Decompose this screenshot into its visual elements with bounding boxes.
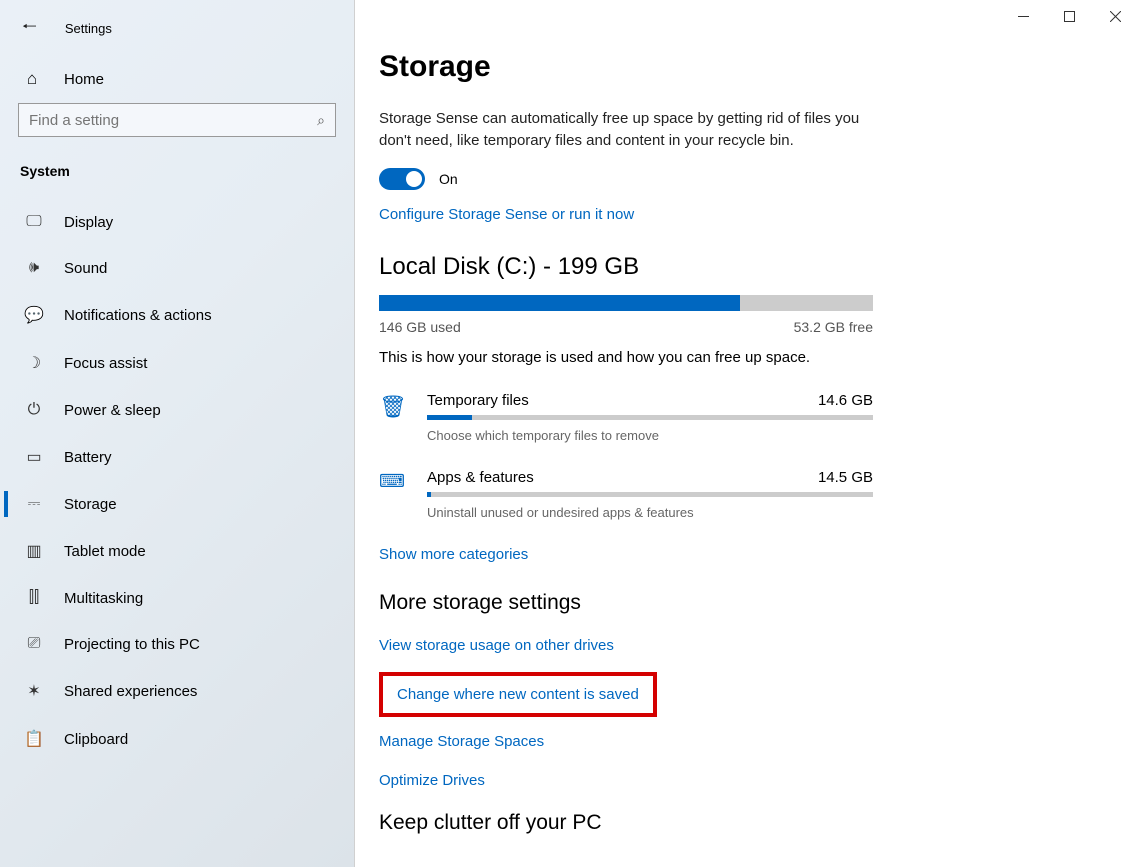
sidebar-item-multitasking[interactable]: ⫿⫿ Multitasking <box>4 575 354 621</box>
sidebar-section-title: System <box>0 155 354 199</box>
configure-storage-sense-link[interactable]: Configure Storage Sense or run it now <box>379 206 1102 223</box>
sound-icon: 🕪 <box>24 259 44 277</box>
change-where-saved-link[interactable]: Change where new content is saved <box>397 686 639 703</box>
sidebar-item-label: Shared experiences <box>64 683 197 700</box>
keep-clutter-heading: Keep clutter off your PC <box>379 811 1102 835</box>
sidebar-item-sound[interactable]: 🕪 Sound <box>4 245 354 291</box>
sidebar-item-label: Power & sleep <box>64 402 161 419</box>
notifications-icon: 💬 <box>24 305 44 325</box>
disk-usage-fill <box>379 295 740 311</box>
sidebar-item-tablet[interactable]: ▥ Tablet mode <box>4 527 354 575</box>
sidebar-item-label: Projecting to this PC <box>64 636 200 653</box>
disk-title: Local Disk (C:) - 199 GB <box>379 253 1102 281</box>
sidebar-item-label: Battery <box>64 449 112 466</box>
apps-icon: ⌨ <box>379 469 407 492</box>
category-bar <box>427 492 873 497</box>
maximize-button[interactable] <box>1046 0 1092 32</box>
sidebar-item-battery[interactable]: ▭ Battery <box>4 433 354 481</box>
category-apps-features[interactable]: ⌨ Apps & features 14.5 GB Uninstall unus… <box>379 469 873 520</box>
usage-note: This is how your storage is used and how… <box>379 349 1102 366</box>
sidebar-item-storage[interactable]: ⎓ Storage <box>4 481 354 527</box>
page-title: Storage <box>379 50 1102 84</box>
toggle-state-label: On <box>439 171 458 187</box>
app-label: Settings <box>65 21 112 36</box>
disk-used-label: 146 GB used <box>379 319 461 335</box>
more-storage-settings-heading: More storage settings <box>379 591 1102 615</box>
sidebar-item-label: Display <box>64 214 113 231</box>
power-icon: ⏻ <box>24 401 44 419</box>
multitasking-icon: ⫿⫿ <box>24 589 44 607</box>
category-bar <box>427 415 873 420</box>
manage-storage-spaces-link[interactable]: Manage Storage Spaces <box>379 733 1102 750</box>
sidebar-item-label: Multitasking <box>64 590 143 607</box>
battery-icon: ▭ <box>24 447 44 467</box>
storage-sense-description: Storage Sense can automatically free up … <box>379 108 869 152</box>
tablet-icon: ▥ <box>24 541 44 561</box>
clipboard-icon: 📋 <box>24 729 44 749</box>
optimize-drives-link[interactable]: Optimize Drives <box>379 772 1102 789</box>
sidebar-item-power[interactable]: ⏻ Power & sleep <box>4 387 354 433</box>
category-size: 14.5 GB <box>818 469 873 486</box>
category-hint: Choose which temporary files to remove <box>427 428 873 443</box>
content-pane: Storage Storage Sense can automatically … <box>355 0 1138 867</box>
display-icon: 🖵 <box>24 213 44 231</box>
sidebar-item-label: Tablet mode <box>64 543 146 560</box>
focus-assist-icon: ☽ <box>24 353 44 373</box>
storage-icon: ⎓ <box>24 495 44 513</box>
shared-icon: ✶ <box>24 681 44 701</box>
projecting-icon: ⎚ <box>24 635 44 653</box>
sidebar-item-clipboard[interactable]: 📋 Clipboard <box>4 715 354 763</box>
disk-free-label: 53.2 GB free <box>794 319 873 335</box>
sidebar-item-label: Focus assist <box>64 355 147 372</box>
sidebar-item-shared[interactable]: ✶ Shared experiences <box>4 667 354 715</box>
category-hint: Uninstall unused or undesired apps & fea… <box>427 505 873 520</box>
sidebar: 🠐 Settings ⌂ Home ⌕ System 🖵 Display <box>0 0 355 867</box>
sidebar-item-label: Notifications & actions <box>64 307 212 324</box>
sidebar-item-display[interactable]: 🖵 Display <box>4 199 354 245</box>
highlight-annotation: Change where new content is saved <box>379 672 657 717</box>
search-input-wrap[interactable]: ⌕ <box>18 103 336 137</box>
search-icon: ⌕ <box>317 112 325 129</box>
category-temporary-files[interactable]: 🗑 Temporary files 14.6 GB Choose which t… <box>379 392 873 443</box>
category-name: Temporary files <box>427 392 529 409</box>
close-button[interactable] <box>1092 0 1138 32</box>
home-icon: ⌂ <box>22 69 42 89</box>
home-nav[interactable]: ⌂ Home <box>0 51 354 103</box>
title-bar <box>1000 0 1138 32</box>
sidebar-item-label: Sound <box>64 260 107 277</box>
storage-sense-toggle[interactable] <box>379 168 425 190</box>
show-more-categories-link[interactable]: Show more categories <box>379 546 1102 563</box>
sidebar-item-label: Clipboard <box>64 731 128 748</box>
disk-usage-bar <box>379 295 873 311</box>
home-label: Home <box>64 71 104 88</box>
search-input[interactable] <box>29 112 317 129</box>
sidebar-item-notifications[interactable]: 💬 Notifications & actions <box>4 291 354 339</box>
view-other-drives-link[interactable]: View storage usage on other drives <box>379 637 1102 654</box>
category-size: 14.6 GB <box>818 392 873 409</box>
category-name: Apps & features <box>427 469 534 486</box>
trash-icon: 🗑 <box>379 392 407 420</box>
sidebar-item-projecting[interactable]: ⎚ Projecting to this PC <box>4 621 354 667</box>
back-arrow-icon[interactable]: 🠐 <box>22 14 37 43</box>
minimize-button[interactable] <box>1000 0 1046 32</box>
sidebar-item-focus-assist[interactable]: ☽ Focus assist <box>4 339 354 387</box>
nav-list: 🖵 Display 🕪 Sound 💬 Notifications & acti… <box>0 199 354 763</box>
sidebar-item-label: Storage <box>64 496 117 513</box>
